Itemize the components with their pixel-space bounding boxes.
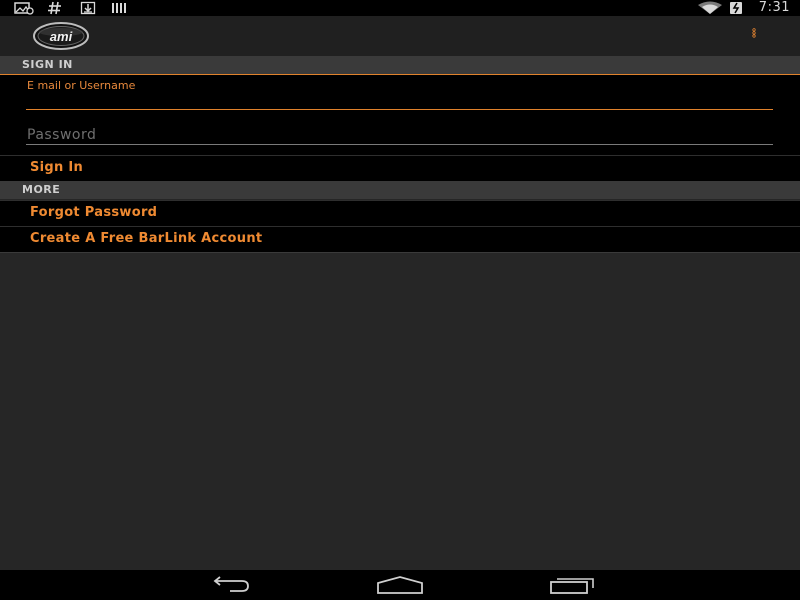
clock: 7:31 <box>758 0 790 15</box>
back-icon[interactable] <box>206 575 252 595</box>
screen: 7:31 ami SIGN IN E mail or Username Pass… <box>0 0 800 600</box>
create-account-label: Create A Free BarLink Account <box>30 231 263 246</box>
overflow-menu-icon[interactable] <box>746 28 762 44</box>
sign-in-section-header: SIGN IN <box>0 56 800 75</box>
more-header-label: MORE <box>22 183 61 196</box>
battery-charging-icon <box>730 2 742 14</box>
email-field[interactable] <box>26 92 777 110</box>
navigation-bar <box>0 570 800 600</box>
logo-text: ami <box>50 29 73 44</box>
status-bar: 7:31 <box>0 0 800 16</box>
download-notification-icon <box>80 1 96 15</box>
email-field-underline <box>26 109 773 110</box>
action-bar: ami <box>0 16 800 56</box>
hashtag-notification-icon <box>48 1 61 15</box>
wifi-icon <box>698 1 722 14</box>
ami-logo[interactable]: ami <box>32 21 90 51</box>
password-field[interactable] <box>26 127 777 145</box>
barcode-notification-icon <box>112 3 126 13</box>
password-field-underline <box>26 144 773 145</box>
sign-in-button-label: Sign In <box>30 160 84 175</box>
create-account-link[interactable]: Create A Free BarLink Account <box>0 226 800 253</box>
sign-in-button[interactable]: Sign In <box>0 155 800 181</box>
gallery-notification-icon <box>14 2 34 15</box>
more-section-header: MORE <box>0 181 800 199</box>
sign-in-form: E mail or Username Password <box>0 75 800 155</box>
sign-in-header-label: SIGN IN <box>22 58 73 71</box>
recent-apps-icon[interactable] <box>548 575 596 595</box>
forgot-password-link[interactable]: Forgot Password <box>0 200 800 226</box>
home-icon[interactable] <box>375 575 425 595</box>
forgot-password-label: Forgot Password <box>30 205 158 220</box>
email-field-label: E mail or Username <box>27 79 136 92</box>
